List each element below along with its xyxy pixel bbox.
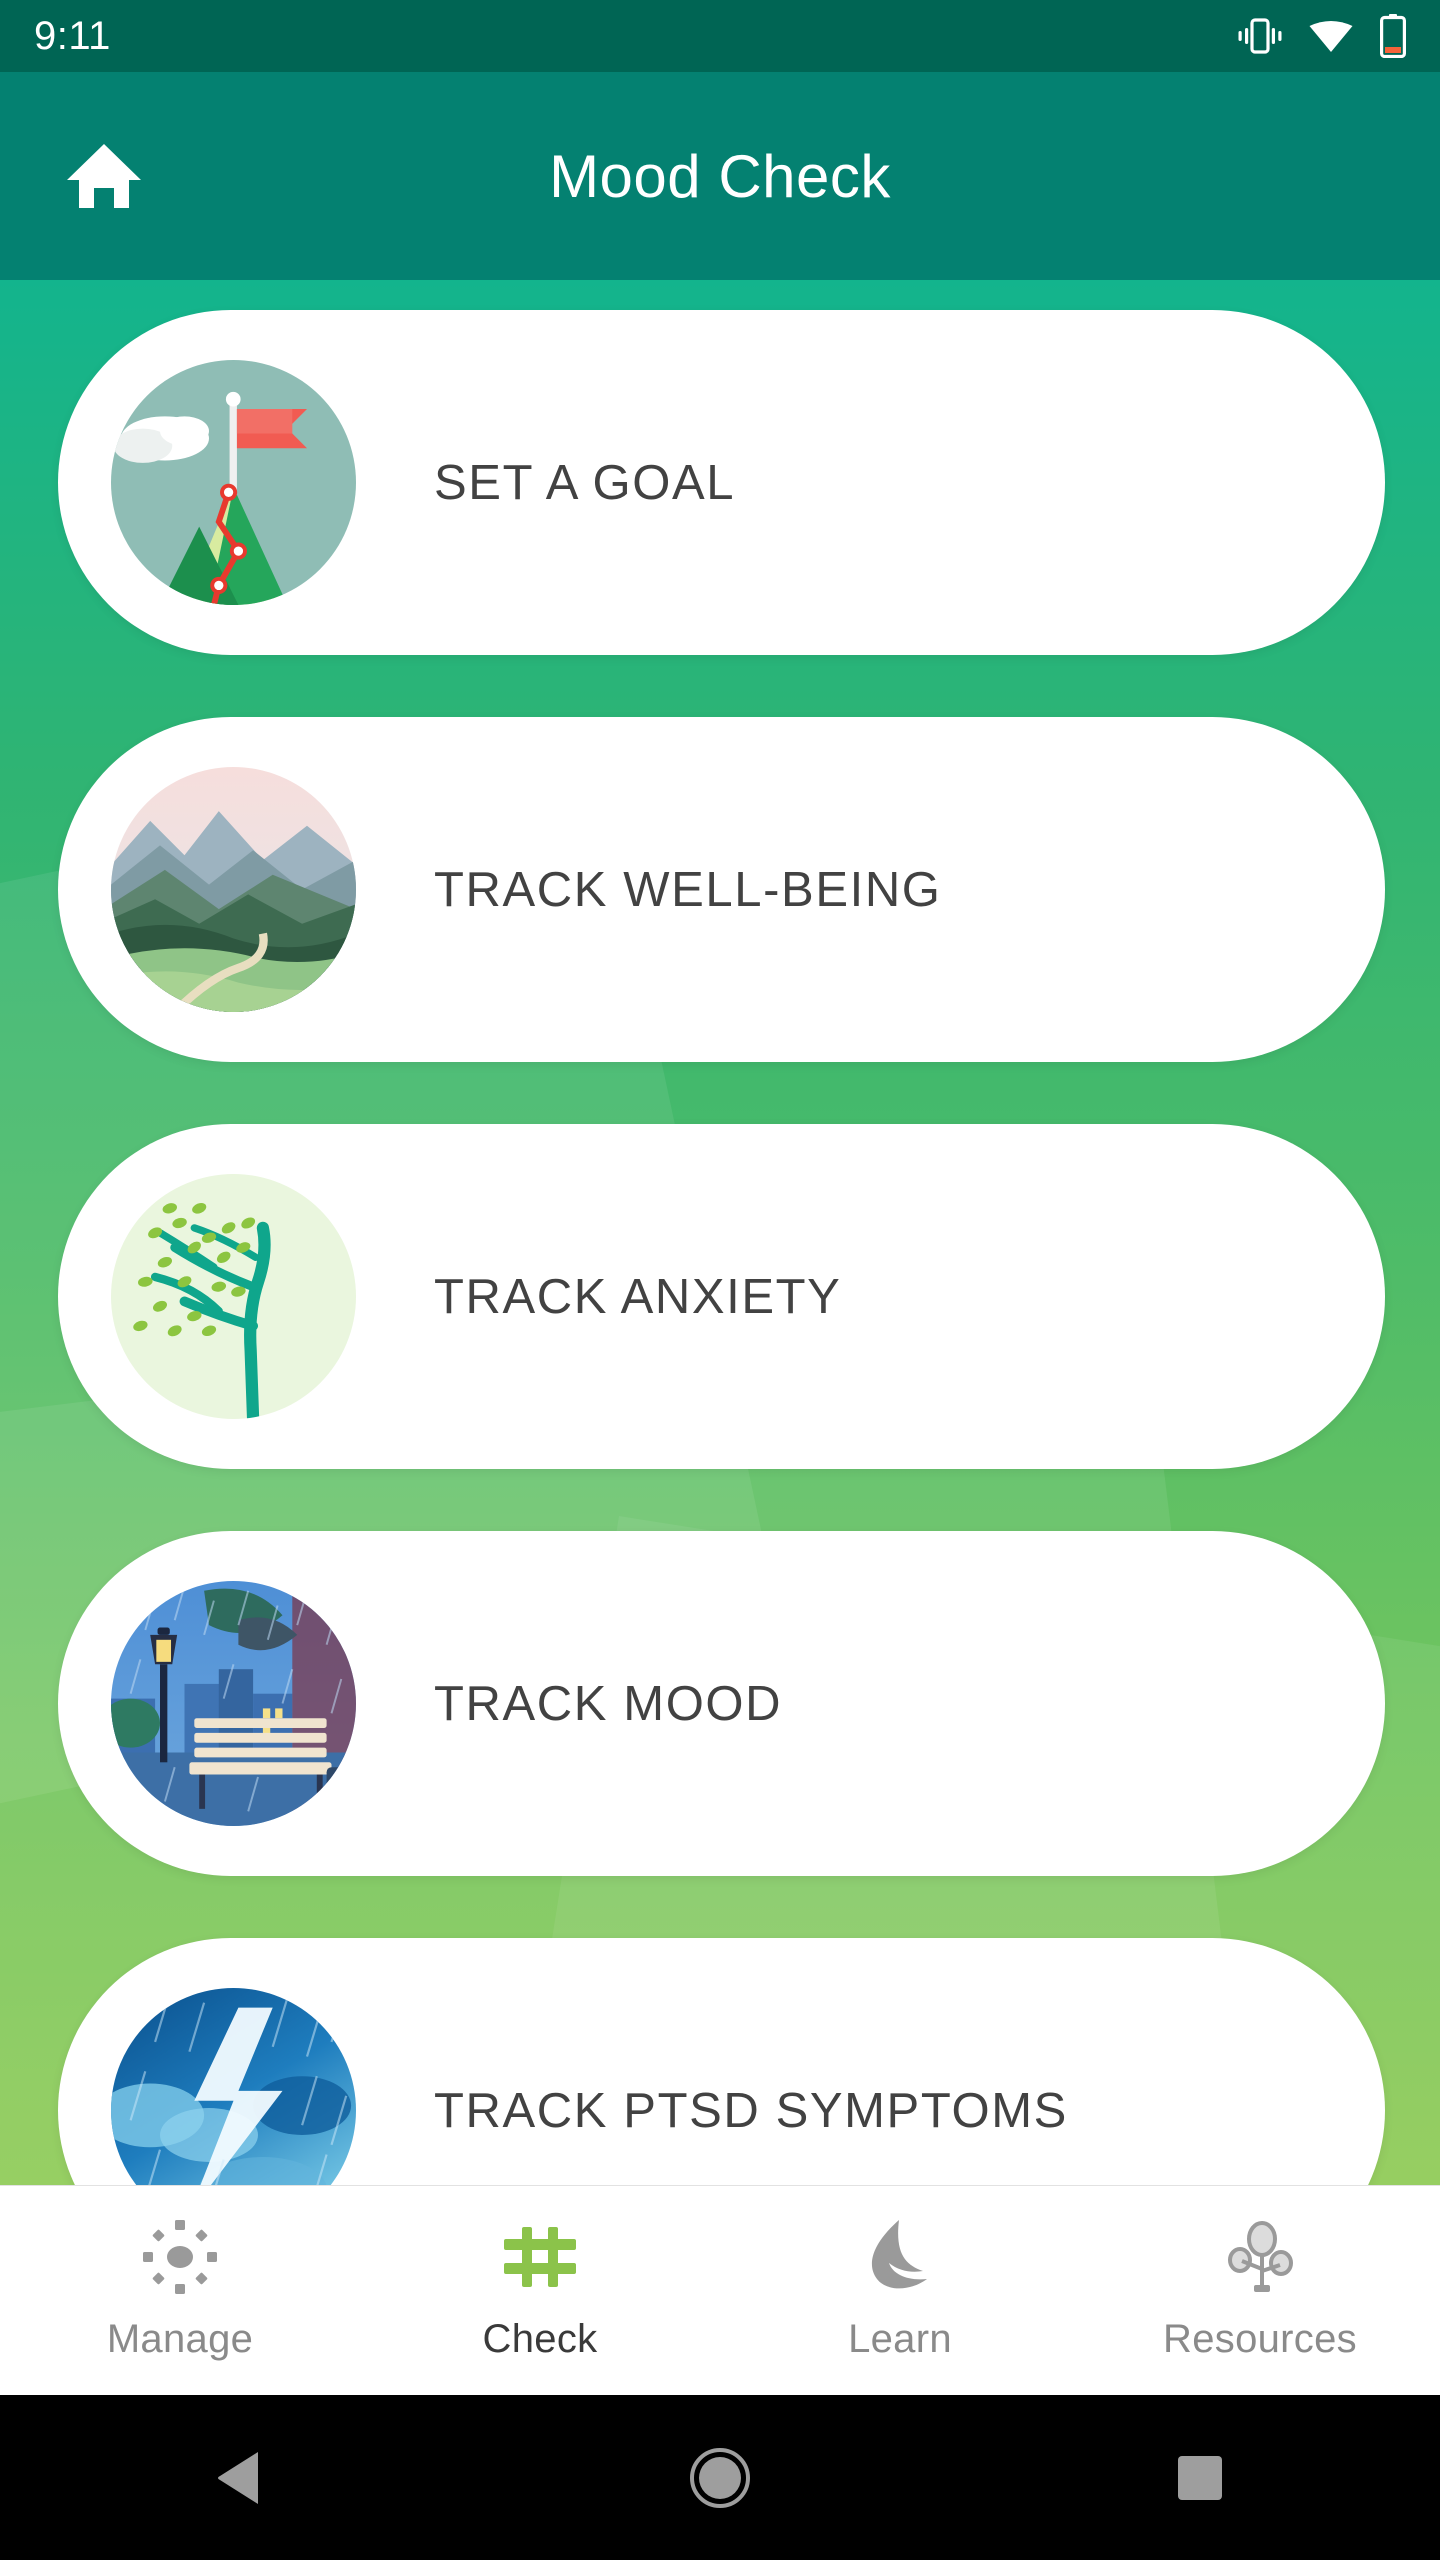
bottom-navigation: Manage Check Learn Resources	[0, 2185, 1440, 2395]
card-label: TRACK WELL-BEING	[434, 862, 942, 917]
nav-item-learn[interactable]: Learn	[720, 2186, 1080, 2395]
nav-item-check[interactable]: Check	[360, 2186, 720, 2395]
android-system-nav	[0, 2395, 1440, 2560]
home-icon[interactable]	[58, 130, 150, 222]
status-bar: 9:11	[0, 0, 1440, 72]
card-set-a-goal[interactable]: SET A GOAL	[58, 310, 1385, 655]
tree-icon	[1222, 2219, 1298, 2295]
valley-landscape-illustration	[111, 767, 356, 1012]
status-clock: 9:11	[34, 13, 111, 58]
lightning-storm-illustration	[111, 1988, 356, 2185]
card-list: SET A GOAL TRACK WELL-BEING TRACK ANXIET…	[0, 280, 1440, 2185]
mountain-flag-goal-illustration	[111, 360, 356, 605]
card-track-well-being[interactable]: TRACK WELL-BEING	[58, 717, 1385, 1062]
nav-label: Learn	[848, 2317, 952, 2361]
sun-icon	[142, 2219, 218, 2295]
wifi-icon	[1308, 18, 1354, 54]
fence-icon	[502, 2219, 578, 2295]
card-label: SET A GOAL	[434, 455, 736, 510]
card-label: TRACK ANXIETY	[434, 1269, 842, 1324]
vibrate-icon	[1238, 16, 1282, 56]
windblown-tree-illustration	[111, 1174, 356, 1419]
recents-square-icon[interactable]	[1100, 2395, 1300, 2560]
nav-item-manage[interactable]: Manage	[0, 2186, 360, 2395]
card-track-ptsd-symptoms[interactable]: TRACK PTSD SYMPTOMS	[58, 1938, 1385, 2185]
battery-low-icon	[1380, 14, 1406, 58]
home-circle-icon[interactable]	[620, 2395, 820, 2560]
nav-label: Resources	[1163, 2317, 1357, 2361]
nav-label: Manage	[106, 2317, 254, 2361]
nav-item-resources[interactable]: Resources	[1080, 2186, 1440, 2395]
page-title: Mood Check	[549, 142, 891, 210]
app-bar: Mood Check	[0, 72, 1440, 280]
rainy-park-bench-illustration	[111, 1581, 356, 1826]
phone-screen: 9:11 Mood Check SET A GOAL TRACK WELL-BE…	[0, 0, 1440, 2560]
leaf-icon	[865, 2219, 935, 2295]
back-triangle-icon[interactable]	[140, 2395, 340, 2560]
card-track-mood[interactable]: TRACK MOOD	[58, 1531, 1385, 1876]
nav-label: Check	[482, 2317, 598, 2361]
card-label: TRACK MOOD	[434, 1676, 783, 1731]
card-label: TRACK PTSD SYMPTOMS	[434, 2083, 1068, 2138]
card-track-anxiety[interactable]: TRACK ANXIETY	[58, 1124, 1385, 1469]
status-icon-group	[1238, 14, 1406, 58]
